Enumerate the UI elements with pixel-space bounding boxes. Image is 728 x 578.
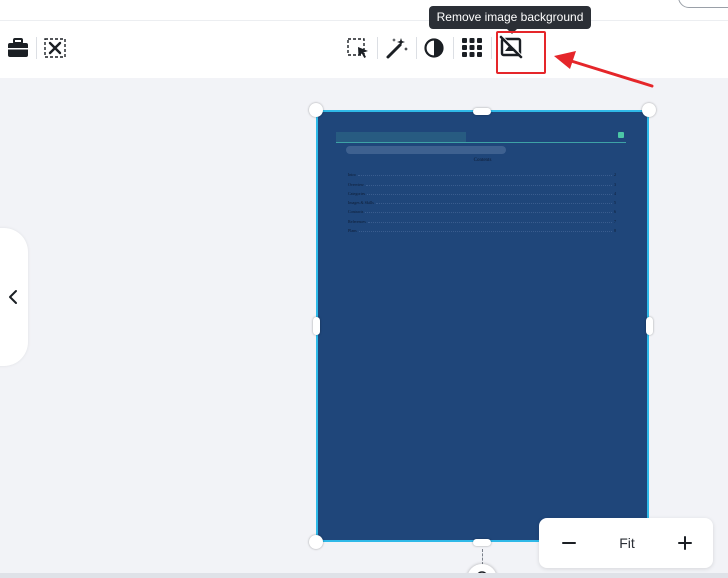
chevron-left-icon: [9, 290, 17, 304]
toc-leader-dots: [365, 212, 612, 214]
design-page[interactable]: Contents Intro 2 Overview 3 Categories 4 Image…: [316, 110, 649, 542]
toc-label: Contracts: [348, 209, 364, 215]
doc-contents-title: Contents: [473, 158, 492, 163]
toolbar-divider: [377, 37, 378, 59]
doc-header-rule: [336, 142, 626, 143]
toc-page-number: 4: [614, 190, 616, 196]
toc-label: Plans: [348, 228, 357, 234]
toc-row: Overview 3: [348, 177, 616, 187]
toc-row: Plans 8: [348, 224, 616, 233]
toolbar-divider: [36, 37, 37, 59]
collapse-panel-tab[interactable]: [0, 228, 28, 366]
toc-label: Images & Skills: [348, 200, 374, 206]
rotate-handle-stem: [482, 549, 483, 565]
select-area-icon[interactable]: [345, 35, 371, 61]
toc-label: Overview: [348, 181, 364, 187]
bottom-divider: [0, 573, 728, 578]
toc-row: References 7: [348, 214, 616, 224]
toc-leader-dots: [357, 175, 612, 177]
toc-label: References: [348, 218, 366, 224]
magic-wand-icon[interactable]: [384, 35, 410, 61]
resize-handle-left[interactable]: [313, 317, 320, 335]
toc-leader-dots: [358, 231, 612, 233]
tooltip-remove-background: Remove image background: [429, 6, 591, 34]
doc-subtitle-bar: [346, 146, 506, 154]
toc-leader-dots: [375, 203, 612, 205]
toc-row: Images & Skills 5: [348, 196, 616, 205]
zoom-fit-label[interactable]: Fit: [599, 518, 655, 568]
toc-label: Categories: [348, 190, 366, 196]
grid-dots-icon[interactable]: [459, 34, 485, 60]
toc-page-number: 8: [614, 228, 616, 234]
toc-page-number: 6: [614, 209, 616, 215]
resize-handle-top-left[interactable]: [309, 103, 323, 117]
toc-label: Intro: [348, 172, 356, 178]
plus-icon: [678, 536, 692, 550]
zoom-in-button[interactable]: [665, 518, 705, 568]
briefcase-icon[interactable]: [5, 35, 31, 61]
doc-header-band: [336, 132, 466, 142]
toolbar-divider: [416, 37, 417, 59]
toc-leader-dots: [365, 184, 612, 186]
toolbar-divider: [453, 37, 454, 59]
toolbar-divider: [491, 37, 492, 59]
toc-page-number: 7: [614, 218, 616, 224]
toc-row: Contracts 6: [348, 205, 616, 214]
doc-logo-mark: [618, 132, 624, 138]
toc-page-number: 2: [614, 172, 616, 178]
annotation-highlight-box: [496, 31, 546, 74]
zoom-control: Fit: [539, 518, 713, 568]
top-strip: [0, 0, 728, 20]
toc-leader-dots: [367, 221, 612, 223]
resize-handle-right[interactable]: [646, 317, 653, 335]
resize-handle-bottom[interactable]: [473, 539, 491, 546]
account-pill[interactable]: [678, 0, 728, 8]
resize-handle-top[interactable]: [473, 108, 491, 115]
resize-handle-top-right[interactable]: [642, 103, 656, 117]
crop-clear-icon[interactable]: [42, 35, 68, 61]
doc-table-of-contents: Intro 2 Overview 3 Categories 4 Images & Skill…: [348, 168, 616, 233]
toc-row: Categories 4: [348, 187, 616, 196]
toc-page-number: 5: [614, 200, 616, 206]
annotation-arrow: [554, 51, 654, 88]
minus-icon: [562, 542, 576, 544]
resize-handle-bottom-left[interactable]: [309, 535, 323, 549]
zoom-out-button[interactable]: [549, 518, 589, 568]
toc-page-number: 3: [614, 181, 616, 187]
toc-leader-dots: [367, 193, 612, 195]
toc-row: Intro 2: [348, 168, 616, 177]
contrast-icon[interactable]: [421, 35, 447, 61]
